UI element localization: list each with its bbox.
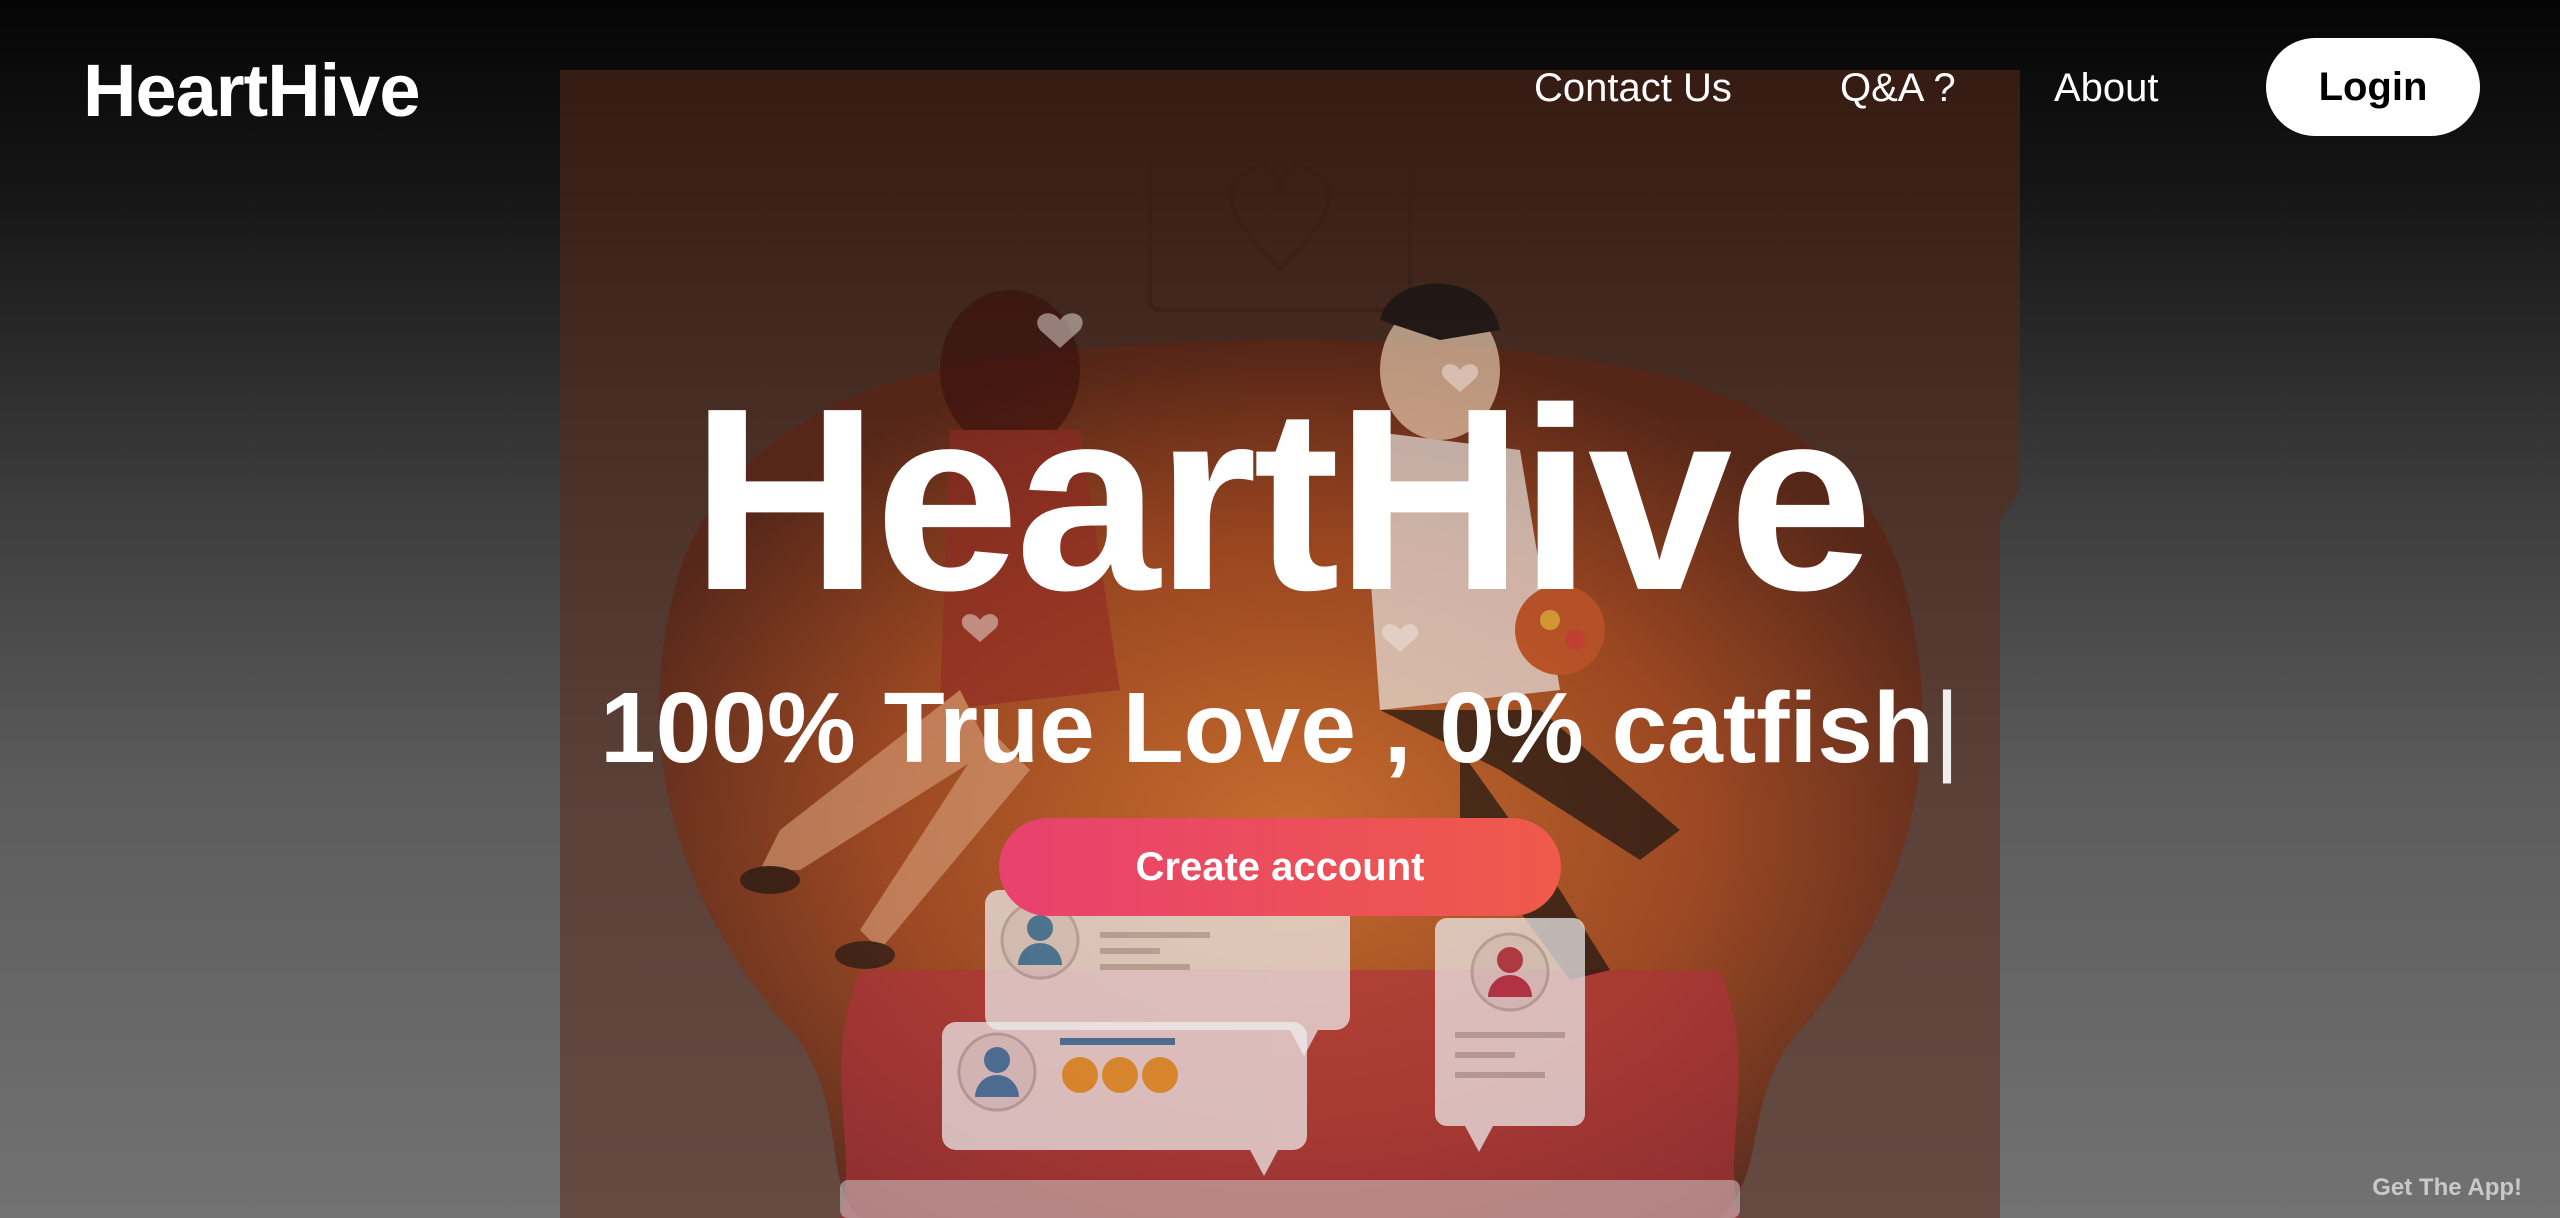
typing-cursor: | <box>1933 672 1960 784</box>
nav-qa[interactable]: Q&A ? <box>1840 66 1956 111</box>
login-button[interactable]: Login <box>2266 38 2480 136</box>
nav-about[interactable]: About <box>2054 66 2159 111</box>
brand-logo[interactable]: HeartHive <box>83 48 421 133</box>
get-the-app-link[interactable]: Get The App! <box>2372 1174 2522 1202</box>
nav-contact-us[interactable]: Contact Us <box>1534 66 1732 111</box>
tagline-text: 100% True Love , 0% catfish <box>600 672 1934 784</box>
heart-eyes-emoji <box>1062 1057 1178 1093</box>
hero-tagline: 100% True Love , 0% catfish| <box>0 678 2560 778</box>
create-account-button[interactable]: Create account <box>999 818 1561 916</box>
hero-title: HeartHive <box>691 355 1873 645</box>
